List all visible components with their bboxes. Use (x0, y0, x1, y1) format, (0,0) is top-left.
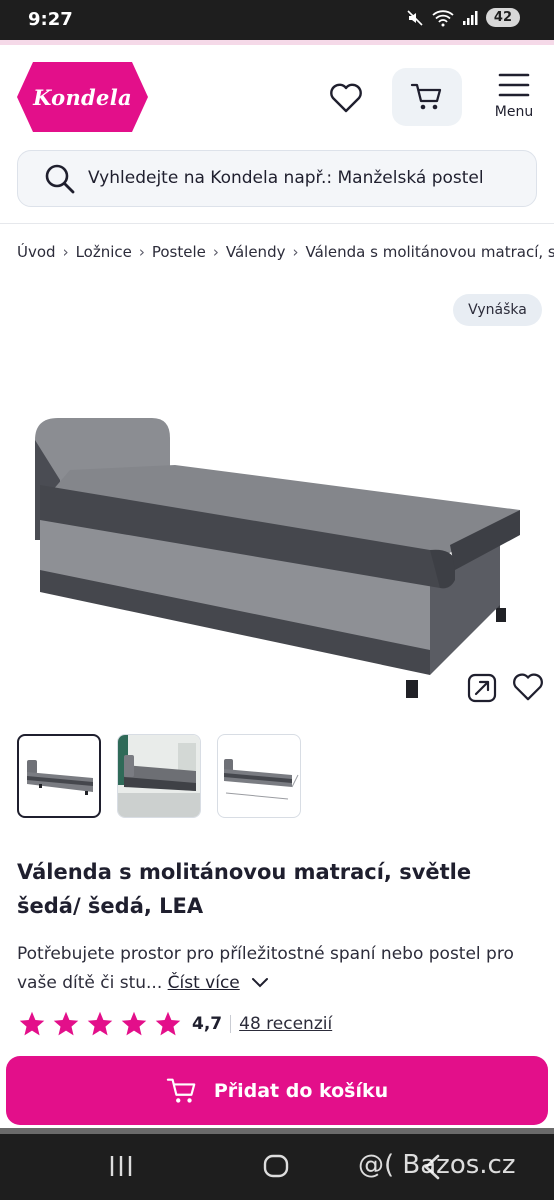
share-icon (467, 673, 497, 703)
bazos-watermark: @( Bazos.cz (358, 1150, 516, 1180)
chevron-right-icon: › (62, 243, 69, 261)
chevron-right-icon: › (212, 243, 219, 261)
breadcrumb-valendy[interactable]: Válendy (226, 243, 286, 261)
add-to-cart-label: Přidat do košíku (213, 1079, 389, 1102)
cart-icon (410, 83, 442, 110)
product-thumbnail-1[interactable] (17, 734, 101, 818)
search-input[interactable]: Vyhledejte na Kondela např.: Manželská p… (17, 150, 537, 207)
status-icons: 42 (406, 8, 520, 27)
breadcrumb-postele[interactable]: Postele (152, 243, 206, 261)
breadcrumb-loznice[interactable]: Ložnice (76, 243, 132, 261)
status-bar: 9:27 42 (0, 0, 554, 40)
thumbnail-image (118, 735, 200, 817)
menu-button[interactable]: Menu (488, 72, 540, 126)
wifi-icon (432, 9, 454, 26)
search-placeholder: Vyhledejte na Kondela např.: Manželská p… (88, 168, 484, 188)
battery-indicator: 42 (485, 8, 520, 27)
rating-value: 4,7 (192, 1014, 223, 1034)
wishlist-button[interactable] (325, 78, 367, 118)
rating-divider (230, 1015, 232, 1033)
product-description: Potřebujete prostor pro příležitostné sp… (17, 940, 537, 998)
header-divider (0, 223, 554, 224)
star-icon (121, 1011, 147, 1036)
star-icon (53, 1011, 79, 1036)
star-icon (87, 1011, 113, 1036)
signal-icon (462, 10, 478, 25)
product-image[interactable] (30, 410, 530, 700)
heart-icon (330, 83, 362, 113)
logo-text: Kondela (33, 84, 132, 110)
status-time: 9:27 (28, 9, 73, 30)
star-icon (19, 1011, 45, 1036)
product-thumbnail-2[interactable] (117, 734, 201, 818)
thumbnail-image (27, 760, 93, 795)
delivery-badge: Vynáška (453, 294, 542, 326)
kondela-logo[interactable]: Kondela (17, 62, 148, 132)
favorite-button[interactable] (512, 672, 544, 704)
chevron-right-icon: › (292, 243, 299, 261)
menu-label: Menu (494, 104, 534, 120)
breadcrumb-home[interactable]: Úvod (17, 243, 56, 261)
thumbnail-image (224, 759, 299, 800)
read-more-link[interactable]: Číst více (168, 973, 240, 993)
product-title: Válenda s molitánovou matrací, světle še… (17, 860, 472, 918)
header-accent-line (0, 40, 554, 45)
chevron-down-icon (252, 978, 269, 988)
cart-icon (166, 1078, 196, 1103)
rating-stars (17, 1010, 183, 1038)
heart-icon (513, 673, 543, 701)
star-icon (155, 1011, 181, 1036)
search-icon (45, 164, 75, 194)
breadcrumb-current: Válenda s molitánovou matrací, světle še… (305, 243, 554, 261)
breadcrumb: Úvod › Ložnice › Postele › Válendy › Válenda s m… (17, 243, 554, 265)
home-icon[interactable] (262, 1153, 290, 1179)
product-thumbnail-3[interactable] (217, 734, 301, 818)
add-to-cart-button[interactable]: Přidat do košíku (6, 1056, 548, 1125)
hamburger-icon (498, 73, 530, 97)
product-rating: 4,7 48 recenzií (17, 1010, 332, 1038)
recents-icon[interactable] (108, 1154, 134, 1178)
mute-icon (407, 9, 423, 26)
reviews-link[interactable]: 48 recenzií (239, 1014, 332, 1034)
chevron-right-icon: › (138, 243, 145, 261)
cart-button[interactable] (392, 68, 462, 126)
share-button[interactable] (466, 672, 498, 704)
